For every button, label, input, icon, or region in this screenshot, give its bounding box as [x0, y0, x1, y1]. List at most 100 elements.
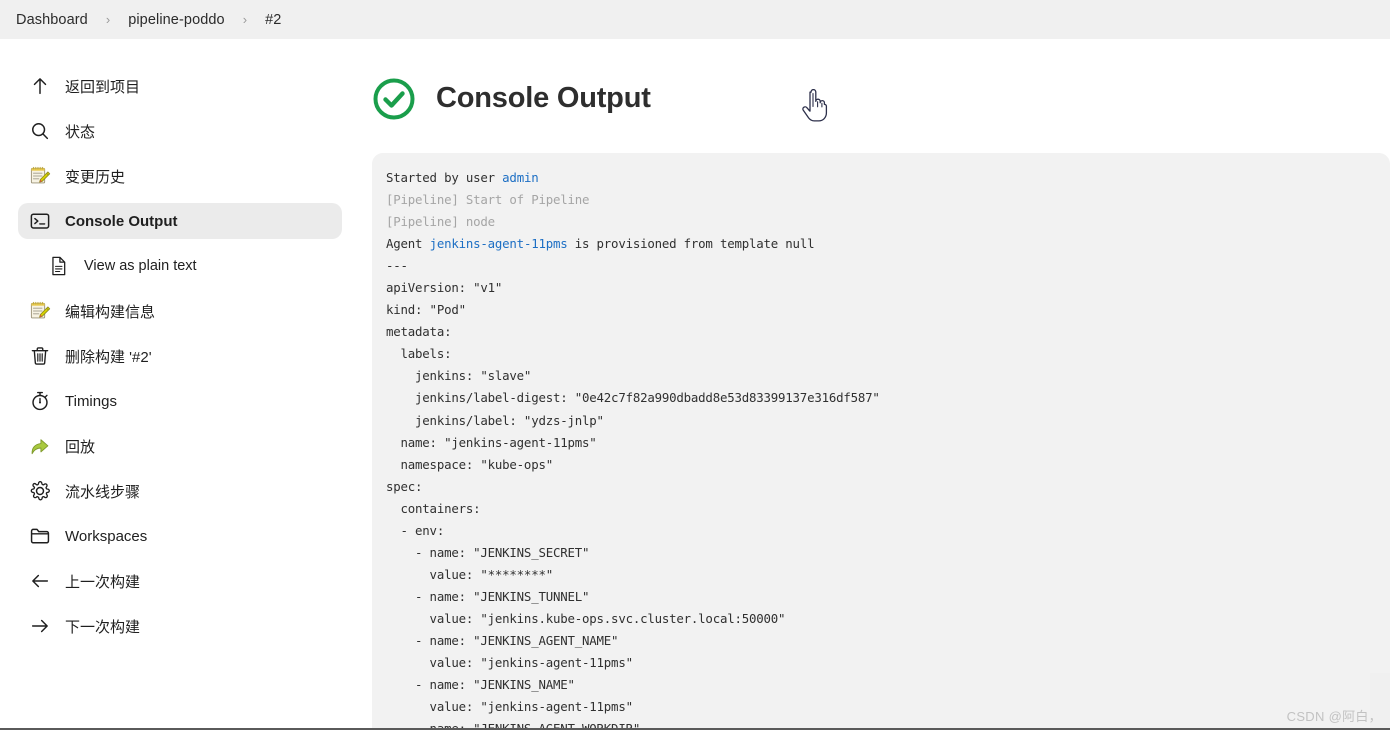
console-log-text: [Pipeline] node	[386, 214, 495, 230]
sidebar-item-8[interactable]: 回放	[18, 428, 342, 464]
console-log-line: kind: "Pod"	[386, 299, 1374, 321]
console-log-line: - name: "JENKINS_SECRET"	[386, 542, 1374, 564]
arrow-right-icon	[25, 613, 55, 639]
sidebar-item-label: 上一次构建	[65, 573, 141, 591]
breadcrumb-item-2[interactable]: pipeline-poddo	[126, 12, 227, 28]
arrow-up-icon	[25, 73, 55, 99]
sidebar-item-label: 变更历史	[65, 168, 126, 186]
console-log-line: jenkins/label-digest: "0e42c7f82a990dbad…	[386, 387, 1374, 409]
console-log-link[interactable]: admin	[502, 170, 539, 185]
arrow-left-icon	[25, 568, 55, 594]
sidebar-item-label: 编辑构建信息	[65, 303, 156, 321]
console-log-line: - name: "JENKINS_AGENT_NAME"	[386, 630, 1374, 652]
sidebar-item-label: 下一次构建	[65, 618, 141, 636]
sidebar-item-label: View as plain text	[84, 258, 197, 274]
console-log-text: value: "jenkins-agent-11pms"	[386, 655, 633, 671]
body-area: 返回到项目状态变更历史 Console Output View as plain t…	[0, 39, 1390, 737]
console-log-text: apiVersion: "v1"	[386, 280, 503, 296]
main-content: Console Output Started by user admin [Pip…	[360, 39, 1390, 737]
console-log-text: - name: "JENKINS_AGENT_NAME"	[386, 632, 619, 648]
sidebar-item-label: 返回到项目	[65, 78, 141, 96]
trash-icon	[25, 343, 55, 369]
console-log-text: - name: "JENKINS_NAME"	[386, 677, 575, 693]
notepad-pencil-icon	[25, 298, 55, 324]
page-title: Console Output	[436, 82, 651, 114]
console-log-text: labels:	[386, 346, 452, 362]
console-log-text: [Pipeline] Start of Pipeline	[386, 192, 590, 208]
console-log-line: Started by user admin	[386, 167, 1374, 189]
console-log-line: value: "jenkins.kube-ops.svc.cluster.loc…	[386, 608, 1374, 630]
breadcrumb: Dashboard › pipeline-poddo › #2	[0, 0, 1390, 39]
console-log-line: containers:	[386, 498, 1374, 520]
terminal-icon	[25, 208, 55, 234]
console-log-text: value: "********"	[386, 566, 554, 582]
console-log-text: ---	[386, 258, 408, 274]
sidebar-item-3[interactable]: Console Output	[18, 203, 342, 239]
console-log-line: value: "********"	[386, 564, 1374, 586]
document-icon	[44, 253, 74, 279]
sidebar-item-label: Workspaces	[65, 527, 148, 545]
sidebar-item-label: 流水线步骤	[65, 483, 141, 501]
console-log-line: value: "jenkins-agent-11pms"	[386, 652, 1374, 674]
breadcrumb-item-1[interactable]: Dashboard	[14, 12, 90, 28]
search-icon	[25, 118, 55, 144]
console-log-text: Agent	[386, 236, 430, 252]
sidebar-item-11[interactable]: 上一次构建	[18, 563, 342, 599]
console-log-text: - env:	[386, 522, 445, 538]
console-log-text: jenkins/label: "ydzs-jnlp"	[386, 412, 604, 428]
bottom-divider	[0, 728, 1390, 730]
console-log-text: namespace: "kube-ops"	[386, 456, 554, 472]
sidebar: 返回到项目状态变更历史 Console Output View as plain t…	[0, 39, 360, 737]
console-log-line: jenkins: "slave"	[386, 365, 1374, 387]
sidebar-item-label: 状态	[65, 123, 96, 141]
console-log-line: ---	[386, 255, 1374, 277]
sidebar-item-4[interactable]: View as plain text	[18, 248, 342, 284]
breadcrumb-separator-icon: ›	[242, 12, 248, 27]
sidebar-item-label: Console Output	[65, 212, 178, 230]
console-log-line: jenkins/label: "ydzs-jnlp"	[386, 410, 1374, 432]
stopwatch-icon	[25, 388, 55, 414]
console-log-line: metadata:	[386, 321, 1374, 343]
replay-arrow-icon	[25, 433, 55, 459]
console-log-line: labels:	[386, 343, 1374, 365]
console-log-line: value: "jenkins-agent-11pms"	[386, 696, 1374, 718]
console-output-panel[interactable]: Started by user admin [Pipeline] Start of…	[372, 153, 1390, 729]
console-log-link[interactable]: jenkins-agent-11pms	[430, 236, 568, 251]
sidebar-item-2[interactable]: 变更历史	[18, 158, 342, 194]
sidebar-item-10[interactable]: Workspaces	[18, 518, 342, 554]
gear-icon	[25, 478, 55, 504]
console-log-text: value: "jenkins-agent-11pms"	[386, 699, 633, 715]
console-log-text: is provisioned from template null	[567, 236, 815, 252]
sidebar-item-9[interactable]: 流水线步骤	[18, 473, 342, 509]
console-log-line: apiVersion: "v1"	[386, 277, 1374, 299]
console-log-text: name: "jenkins-agent-11pms"	[386, 434, 597, 450]
build-status-success-icon	[372, 77, 416, 121]
sidebar-item-6[interactable]: 删除构建 '#2'	[18, 338, 342, 374]
sidebar-item-label: 回放	[65, 438, 96, 456]
breadcrumb-item-3[interactable]: #2	[263, 12, 283, 28]
sidebar-item-12[interactable]: 下一次构建	[18, 608, 342, 644]
sidebar-item-1[interactable]: 状态	[18, 113, 342, 149]
breadcrumb-separator-icon: ›	[105, 12, 111, 27]
console-log-text: jenkins: "slave"	[386, 368, 532, 384]
console-log-line: name: "jenkins-agent-11pms"	[386, 432, 1374, 454]
console-log-text: kind: "Pod"	[386, 302, 466, 318]
console-log-text: jenkins/label-digest: "0e42c7f82a990dbad…	[386, 390, 880, 406]
sidebar-item-5[interactable]: 编辑构建信息	[18, 293, 342, 329]
console-log-text: value: "jenkins.kube-ops.svc.cluster.loc…	[386, 610, 786, 626]
page-header: Console Output	[360, 39, 1390, 125]
sidebar-item-label: Timings	[65, 392, 117, 410]
sidebar-item-0[interactable]: 返回到项目	[18, 68, 342, 104]
console-log-text: - name: "JENKINS_TUNNEL"	[386, 588, 590, 604]
console-log-text: - name: "JENKINS_SECRET"	[386, 544, 590, 560]
page-root: Dashboard › pipeline-poddo › #2 返回到项目状态变更历史 C…	[0, 0, 1390, 737]
console-log-text: metadata:	[386, 324, 452, 340]
console-log-line: - env:	[386, 520, 1374, 542]
sidebar-item-7[interactable]: Timings	[18, 383, 342, 419]
console-log-line: Agent jenkins-agent-11pms is provisioned…	[386, 233, 1374, 255]
console-log-text: containers:	[386, 500, 481, 516]
console-log-line: - name: "JENKINS_NAME"	[386, 674, 1374, 696]
console-log-line: namespace: "kube-ops"	[386, 454, 1374, 476]
console-log-line: [Pipeline] Start of Pipeline	[386, 189, 1374, 211]
console-log-text: spec:	[386, 478, 423, 494]
